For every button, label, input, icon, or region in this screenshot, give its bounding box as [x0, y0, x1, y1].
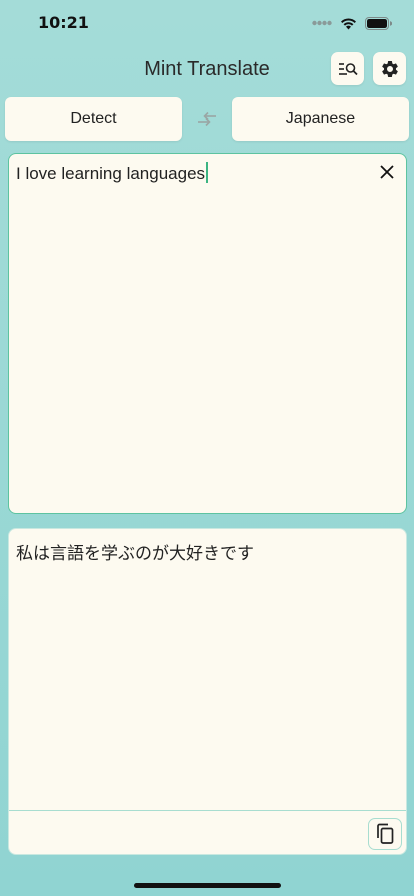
search-list-icon: [338, 62, 358, 75]
swap-arrows-icon: [198, 111, 216, 127]
status-icons: [312, 15, 392, 31]
source-text-value: I love learning languages: [16, 164, 206, 183]
source-text-panel[interactable]: I love learning languages: [8, 153, 407, 514]
app-header: Mint Translate: [0, 46, 414, 92]
clear-button[interactable]: [377, 162, 397, 182]
gear-icon: [381, 60, 398, 77]
translation-panel: 私は言語を学ぶのが大好きです: [8, 528, 407, 855]
swap-languages-button[interactable]: [196, 111, 218, 127]
home-indicator[interactable]: [134, 883, 281, 888]
status-bar: 10:21: [0, 0, 414, 46]
wifi-icon: [341, 17, 356, 29]
copy-icon: [377, 823, 394, 844]
status-time: 10:21: [38, 13, 89, 32]
source-text-input[interactable]: I love learning languages: [16, 162, 208, 184]
copy-button[interactable]: [368, 818, 402, 850]
target-language-button[interactable]: Japanese: [232, 97, 409, 141]
language-bar: Detect Japanese: [0, 97, 414, 143]
text-caret: [206, 162, 208, 183]
settings-button[interactable]: [373, 52, 406, 85]
translation-footer: [9, 810, 406, 854]
history-button[interactable]: [331, 52, 364, 85]
close-icon: [380, 165, 394, 179]
source-language-button[interactable]: Detect: [5, 97, 182, 141]
signal-icon: [312, 20, 332, 26]
translation-text: 私は言語を学ぶのが大好きです: [16, 544, 254, 564]
battery-icon: [365, 16, 392, 30]
